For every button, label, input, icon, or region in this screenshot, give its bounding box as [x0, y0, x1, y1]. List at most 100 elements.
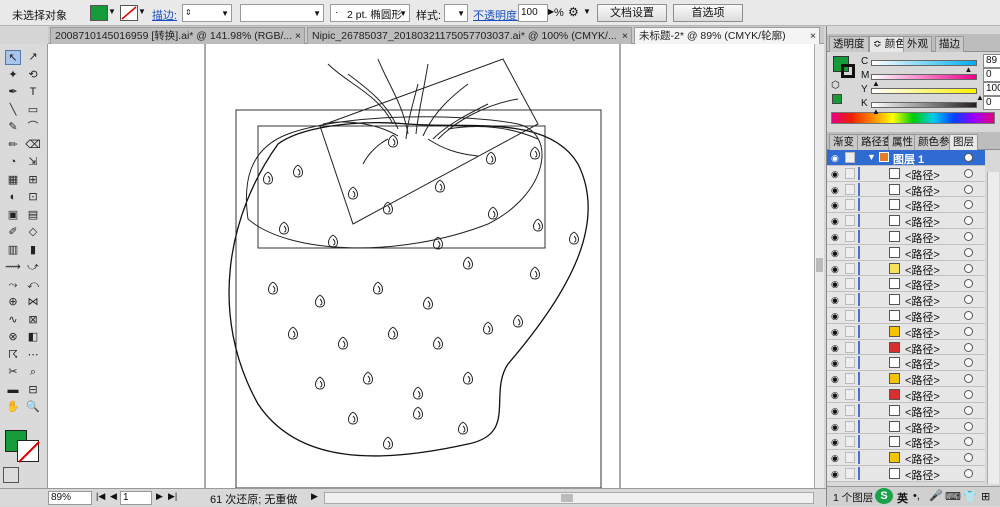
eye-icon[interactable]: ◉ — [831, 169, 839, 180]
target-icon[interactable] — [964, 295, 973, 305]
brush-definition[interactable]: · 2 pt. 椭圆形 ▼ — [330, 4, 410, 22]
eye-icon[interactable]: ◉ — [831, 248, 839, 259]
eye-icon[interactable]: ◉ — [831, 264, 839, 275]
layer-row-path[interactable]: ◉ <路径> — [827, 450, 985, 466]
layer-row-path[interactable]: ◉ <路径> — [827, 387, 985, 403]
chevron-down-icon[interactable]: ▼ — [399, 9, 407, 18]
tool-icon[interactable]: ∿ — [5, 313, 21, 328]
slider-handle-icon[interactable]: ▲ — [872, 79, 880, 88]
tool-icon[interactable]: ⇲ — [25, 155, 41, 170]
ime-logo-icon[interactable]: S — [875, 488, 893, 504]
target-icon[interactable] — [964, 437, 973, 447]
fill-stroke-stroke-icon[interactable] — [17, 440, 40, 463]
variable-width-profile[interactable]: ▼ — [240, 4, 324, 22]
tool-icon[interactable]: 🔍 — [25, 400, 41, 415]
fill-swatch[interactable] — [90, 5, 108, 21]
tab-stroke[interactable]: 描边 — [935, 36, 964, 52]
eye-icon[interactable]: ◉ — [831, 437, 839, 448]
layer-row-path[interactable]: ◉ <路径> — [827, 323, 985, 340]
layer-row-path[interactable]: ◉ <路径> — [827, 434, 985, 450]
tool-icon[interactable]: ⌒ — [25, 120, 41, 135]
lock-toggle[interactable] — [845, 468, 855, 479]
target-icon[interactable] — [964, 216, 973, 226]
tool-icon[interactable]: T — [25, 85, 41, 100]
layer-row-path[interactable]: ◉ <路径> — [827, 292, 985, 308]
eye-icon[interactable]: ◉ — [831, 311, 839, 322]
tool-icon[interactable]: ✎ — [5, 120, 21, 135]
tab-gradient[interactable]: 渐变 — [829, 134, 858, 150]
target-icon[interactable] — [964, 168, 973, 178]
target-icon[interactable] — [964, 421, 973, 431]
lock-toggle[interactable] — [845, 199, 855, 211]
stroke-color-swatch[interactable] — [841, 64, 855, 78]
tool-icon[interactable]: ⌕ — [25, 365, 41, 380]
lock-toggle[interactable] — [845, 278, 855, 290]
tool-icon[interactable]: ✏ — [5, 138, 21, 153]
chevron-down-icon[interactable]: ▼ — [221, 9, 229, 18]
tool-icon[interactable]: ⊟ — [25, 383, 41, 398]
tab-color-guide[interactable]: 颜色参 — [914, 134, 954, 150]
target-icon[interactable] — [964, 184, 973, 194]
tool-icon[interactable]: ⟿ — [5, 260, 21, 275]
lock-toggle[interactable] — [845, 246, 855, 258]
target-icon[interactable] — [964, 390, 973, 399]
stepper-icon[interactable]: ⇕ — [185, 8, 192, 17]
layer-row-path[interactable]: ◉ <路径> — [827, 260, 985, 277]
lock-toggle[interactable] — [845, 373, 855, 385]
layer-row-path[interactable]: ◉ <路径> — [827, 181, 985, 198]
zoom-field[interactable]: 89% — [48, 491, 92, 505]
eye-icon[interactable]: ◉ — [831, 153, 839, 164]
stroke-dropdown-icon[interactable]: ▼ — [138, 7, 146, 16]
target-icon[interactable] — [964, 247, 973, 257]
tool-icon[interactable]: ◐ — [5, 190, 21, 205]
lock-toggle[interactable] — [845, 341, 855, 353]
tool-icon[interactable]: ▬ — [5, 383, 21, 398]
tool-icon[interactable]: ⤻ — [25, 260, 41, 275]
screen-mode-icon[interactable] — [3, 467, 19, 483]
target-icon[interactable] — [964, 153, 973, 162]
canvas-scrollbar[interactable] — [814, 44, 824, 488]
next-page-icon[interactable]: ▶ — [156, 491, 163, 502]
tab-appearance[interactable]: 外观 — [903, 36, 932, 52]
eye-icon[interactable]: ◉ — [831, 279, 839, 290]
lock-toggle[interactable] — [845, 436, 855, 448]
ime-keyboard-icon[interactable]: ⌨ — [945, 490, 961, 503]
tool-icon[interactable]: ✂ — [5, 365, 21, 380]
eye-icon[interactable]: ◉ — [831, 422, 839, 433]
tab-layers[interactable]: 图层 — [949, 134, 978, 150]
ime-grid-icon[interactable]: ⊞ — [981, 490, 990, 503]
tool-icon[interactable]: ⊞ — [25, 173, 41, 188]
lock-toggle[interactable] — [845, 389, 855, 400]
close-icon[interactable]: × — [295, 28, 301, 44]
channel-slider[interactable]: ▲ — [871, 60, 977, 74]
layer-row-path[interactable]: ◉ <路径> — [827, 213, 985, 229]
target-icon[interactable] — [964, 405, 973, 415]
lock-toggle[interactable] — [845, 183, 855, 195]
lock-toggle[interactable] — [845, 420, 855, 432]
tool-icon[interactable]: ▮ — [25, 243, 41, 258]
channel-slider[interactable]: ▲ — [871, 74, 977, 88]
scroll-thumb[interactable] — [561, 494, 573, 502]
tool-icon[interactable]: ⤳ — [5, 278, 21, 293]
document-setup-button[interactable]: 文档设置 — [597, 4, 667, 22]
last-color-icon[interactable] — [832, 94, 842, 104]
tool-icon[interactable]: ⋈ — [25, 295, 41, 310]
chevron-down-icon[interactable]: ▼ — [457, 9, 465, 18]
tool-icon[interactable]: ◇ — [25, 225, 41, 240]
lock-toggle[interactable] — [845, 262, 855, 274]
tool-icon[interactable]: ▤ — [25, 208, 41, 223]
lock-toggle[interactable] — [845, 231, 855, 242]
target-icon[interactable] — [964, 232, 973, 241]
target-icon[interactable] — [964, 342, 973, 352]
lock-toggle[interactable] — [845, 215, 855, 227]
status-menu-icon[interactable]: ▶ — [311, 491, 318, 502]
channel-value[interactable]: 0 — [983, 68, 1000, 82]
ime-language[interactable]: 英 — [897, 490, 908, 506]
layer-row-path[interactable]: ◉ <路径> — [827, 197, 985, 213]
eye-icon[interactable]: ◉ — [831, 453, 839, 464]
lock-toggle[interactable] — [845, 167, 855, 179]
eye-icon[interactable]: ◉ — [831, 200, 839, 211]
eye-icon[interactable]: ◉ — [831, 185, 839, 196]
lock-toggle[interactable] — [845, 294, 855, 306]
eye-icon[interactable]: ◉ — [831, 232, 839, 243]
